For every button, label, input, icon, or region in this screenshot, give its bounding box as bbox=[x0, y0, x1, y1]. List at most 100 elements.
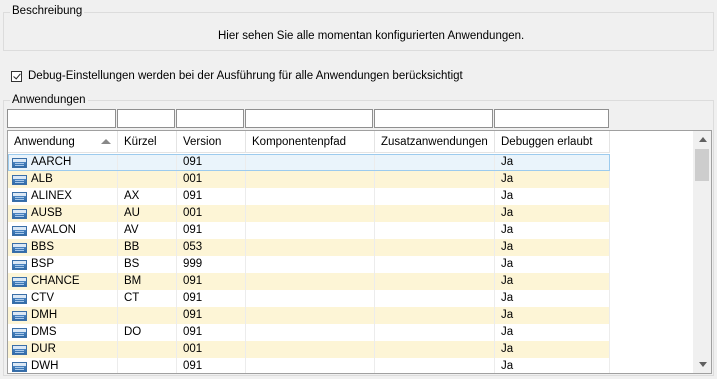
cell-kuerzel[interactable] bbox=[118, 154, 177, 171]
table-row[interactable]: BSP BS 999 Ja bbox=[8, 256, 610, 273]
cell-version[interactable]: 999 bbox=[177, 256, 246, 273]
cell-komponentenpfad[interactable] bbox=[246, 358, 375, 373]
scrollbar-thumb[interactable] bbox=[695, 149, 709, 181]
column-header-zusatzanwendungen[interactable]: Zusatzanwendungen bbox=[375, 131, 495, 153]
filter-input-kuerzel[interactable] bbox=[117, 109, 175, 128]
debug-checkbox[interactable] bbox=[11, 70, 22, 82]
cell-anwendung[interactable]: BSP bbox=[8, 256, 118, 273]
cell-version[interactable]: 091 bbox=[177, 188, 246, 205]
cell-version[interactable]: 001 bbox=[177, 341, 246, 358]
cell-anwendung[interactable]: AARCH bbox=[8, 154, 118, 171]
cell-kuerzel[interactable]: BB bbox=[118, 239, 177, 256]
cell-kuerzel[interactable] bbox=[118, 341, 177, 358]
table-row[interactable]: AUSB AU 001 Ja bbox=[8, 205, 610, 222]
debug-checkbox-label[interactable]: Debug-Einstellungen werden bei der Ausfü… bbox=[28, 70, 463, 83]
scroll-down-button[interactable] bbox=[694, 356, 711, 373]
column-header-kuerzel[interactable]: Kürzel bbox=[118, 131, 177, 153]
cell-version[interactable]: 091 bbox=[177, 324, 246, 341]
cell-komponentenpfad[interactable] bbox=[246, 256, 375, 273]
cell-debuggen[interactable]: Ja bbox=[495, 205, 610, 222]
table-row[interactable]: AVALON AV 091 Ja bbox=[8, 222, 610, 239]
table-row[interactable]: AARCH 091 Ja bbox=[8, 154, 610, 171]
cell-debuggen[interactable]: Ja bbox=[495, 358, 610, 373]
cell-version[interactable]: 001 bbox=[177, 171, 246, 188]
cell-zusatzanwendungen[interactable] bbox=[375, 171, 495, 188]
cell-zusatzanwendungen[interactable] bbox=[375, 358, 495, 373]
table-row[interactable]: CHANCE BM 091 Ja bbox=[8, 273, 610, 290]
table-row[interactable]: ALB 001 Ja bbox=[8, 171, 610, 188]
cell-komponentenpfad[interactable] bbox=[246, 154, 375, 171]
applications-grid[interactable]: Anwendung Kürzel Version Komponentenpfad… bbox=[7, 130, 712, 374]
vertical-scrollbar[interactable] bbox=[693, 131, 711, 373]
cell-zusatzanwendungen[interactable] bbox=[375, 290, 495, 307]
cell-debuggen[interactable]: Ja bbox=[495, 290, 610, 307]
cell-version[interactable]: 091 bbox=[177, 307, 246, 324]
cell-version[interactable]: 091 bbox=[177, 273, 246, 290]
cell-komponentenpfad[interactable] bbox=[246, 222, 375, 239]
table-row[interactable]: ALINEX AX 091 Ja bbox=[8, 188, 610, 205]
cell-version[interactable]: 091 bbox=[177, 290, 246, 307]
cell-version[interactable]: 001 bbox=[177, 205, 246, 222]
column-header-debuggen[interactable]: Debuggen erlaubt bbox=[495, 131, 610, 153]
cell-kuerzel[interactable]: AV bbox=[118, 222, 177, 239]
debug-option[interactable]: Debug-Einstellungen werden bei der Ausfü… bbox=[11, 69, 463, 83]
cell-anwendung[interactable]: DUR bbox=[8, 341, 118, 358]
cell-komponentenpfad[interactable] bbox=[246, 205, 375, 222]
cell-debuggen[interactable]: Ja bbox=[495, 324, 610, 341]
cell-komponentenpfad[interactable] bbox=[246, 171, 375, 188]
cell-kuerzel[interactable]: BS bbox=[118, 256, 177, 273]
cell-debuggen[interactable]: Ja bbox=[495, 273, 610, 290]
cell-komponentenpfad[interactable] bbox=[246, 341, 375, 358]
cell-anwendung[interactable]: DWH bbox=[8, 358, 118, 373]
cell-debuggen[interactable]: Ja bbox=[495, 171, 610, 188]
cell-anwendung[interactable]: ALB bbox=[8, 171, 118, 188]
cell-version[interactable]: 053 bbox=[177, 239, 246, 256]
cell-zusatzanwendungen[interactable] bbox=[375, 341, 495, 358]
table-row[interactable]: DMH 091 Ja bbox=[8, 307, 610, 324]
cell-komponentenpfad[interactable] bbox=[246, 324, 375, 341]
cell-anwendung[interactable]: AVALON bbox=[8, 222, 118, 239]
cell-anwendung[interactable]: AUSB bbox=[8, 205, 118, 222]
cell-zusatzanwendungen[interactable] bbox=[375, 273, 495, 290]
cell-anwendung[interactable]: CTV bbox=[8, 290, 118, 307]
cell-kuerzel[interactable]: BM bbox=[118, 273, 177, 290]
cell-kuerzel[interactable]: CT bbox=[118, 290, 177, 307]
cell-komponentenpfad[interactable] bbox=[246, 307, 375, 324]
cell-debuggen[interactable]: Ja bbox=[495, 239, 610, 256]
cell-anwendung[interactable]: ALINEX bbox=[8, 188, 118, 205]
cell-zusatzanwendungen[interactable] bbox=[375, 239, 495, 256]
scroll-up-button[interactable] bbox=[694, 131, 711, 148]
cell-kuerzel[interactable]: AU bbox=[118, 205, 177, 222]
cell-kuerzel[interactable] bbox=[118, 171, 177, 188]
table-row[interactable]: BBS BB 053 Ja bbox=[8, 239, 610, 256]
cell-zusatzanwendungen[interactable] bbox=[375, 205, 495, 222]
cell-zusatzanwendungen[interactable] bbox=[375, 256, 495, 273]
cell-anwendung[interactable]: DMH bbox=[8, 307, 118, 324]
table-row[interactable]: DMS DO 091 Ja bbox=[8, 324, 610, 341]
filter-input-debuggen[interactable] bbox=[494, 109, 609, 128]
cell-kuerzel[interactable]: AX bbox=[118, 188, 177, 205]
filter-input-zusatzanwendungen[interactable] bbox=[374, 109, 493, 128]
cell-zusatzanwendungen[interactable] bbox=[375, 324, 495, 341]
cell-kuerzel[interactable]: DO bbox=[118, 324, 177, 341]
cell-komponentenpfad[interactable] bbox=[246, 290, 375, 307]
filter-input-version[interactable] bbox=[176, 109, 244, 128]
cell-version[interactable]: 091 bbox=[177, 154, 246, 171]
column-header-komponentenpfad[interactable]: Komponentenpfad bbox=[246, 131, 375, 153]
cell-debuggen[interactable]: Ja bbox=[495, 256, 610, 273]
table-row[interactable]: DUR 001 Ja bbox=[8, 341, 610, 358]
cell-zusatzanwendungen[interactable] bbox=[375, 222, 495, 239]
cell-debuggen[interactable]: Ja bbox=[495, 154, 610, 171]
cell-debuggen[interactable]: Ja bbox=[495, 307, 610, 324]
cell-version[interactable]: 091 bbox=[177, 222, 246, 239]
cell-zusatzanwendungen[interactable] bbox=[375, 154, 495, 171]
cell-zusatzanwendungen[interactable] bbox=[375, 188, 495, 205]
cell-komponentenpfad[interactable] bbox=[246, 273, 375, 290]
table-row[interactable]: CTV CT 091 Ja bbox=[8, 290, 610, 307]
cell-anwendung[interactable]: BBS bbox=[8, 239, 118, 256]
cell-anwendung[interactable]: CHANCE bbox=[8, 273, 118, 290]
cell-kuerzel[interactable] bbox=[118, 358, 177, 373]
cell-version[interactable]: 091 bbox=[177, 358, 246, 373]
cell-debuggen[interactable]: Ja bbox=[495, 341, 610, 358]
column-header-anwendung[interactable]: Anwendung bbox=[8, 131, 118, 153]
